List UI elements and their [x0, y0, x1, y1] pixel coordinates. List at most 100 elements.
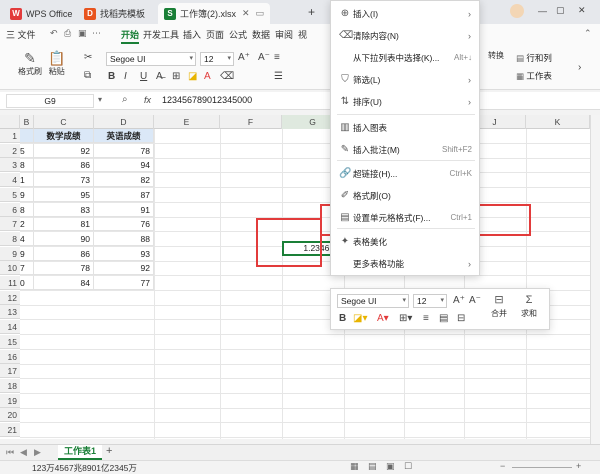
menu-item-1[interactable]: ⌫ 清除内容(N) ›: [331, 25, 481, 47]
tab-data[interactable]: 数据: [252, 28, 270, 41]
row-header[interactable]: 18: [0, 379, 20, 393]
zoom-out-icon[interactable]: −: [500, 461, 505, 471]
font-size-select[interactable]: 12 ▾: [200, 52, 234, 66]
increase-font-icon[interactable]: A⁺: [453, 295, 465, 306]
row-header[interactable]: 21: [0, 423, 20, 437]
vertical-scrollbar[interactable]: [590, 115, 600, 444]
fx-icon[interactable]: fx: [144, 95, 151, 105]
select-all-corner[interactable]: [0, 115, 20, 129]
row-header[interactable]: 15: [0, 335, 20, 349]
decrease-font-icon[interactable]: A⁻: [258, 52, 270, 63]
cell-english-score[interactable]: 91: [94, 203, 154, 217]
view-page-icon[interactable]: ▤: [368, 461, 377, 472]
tab-developer[interactable]: 开发工具: [143, 28, 179, 41]
row-header[interactable]: 2: [0, 144, 20, 158]
worksheet-button[interactable]: ▦ 工作表: [516, 70, 552, 82]
cell-english-score[interactable]: 88: [94, 232, 154, 246]
first-sheet-icon[interactable]: ⏮: [6, 447, 14, 458]
row-header[interactable]: 19: [0, 394, 20, 408]
rows-cols-button[interactable]: ▤ 行和列: [516, 52, 552, 64]
row-header[interactable]: 8: [0, 232, 20, 246]
cell-english-score[interactable]: 78: [94, 144, 154, 158]
format-painter-button[interactable]: ✎ 格式刷: [18, 50, 42, 77]
cell-math-score[interactable]: 90: [34, 232, 94, 246]
menu-item-6[interactable]: ✎ 插入批注(M) Shift+F2: [331, 139, 481, 161]
cell-english-score[interactable]: 76: [94, 217, 154, 231]
view-read-icon[interactable]: ☐: [404, 461, 412, 472]
print-icon[interactable]: ⎙: [64, 28, 71, 39]
sum-button[interactable]: Σ 求和: [521, 292, 537, 319]
convert-button[interactable]: 转换: [488, 50, 504, 61]
search-icon[interactable]: ⌕: [122, 94, 128, 105]
decrease-font-icon[interactable]: A⁻: [469, 295, 481, 306]
formula-input[interactable]: 123456789012345000: [162, 95, 252, 105]
menu-item-0[interactable]: ⊕ 插入(I) ›: [331, 3, 481, 25]
row-header[interactable]: 16: [0, 350, 20, 364]
column-header-f[interactable]: F: [220, 115, 282, 129]
strikethrough-icon[interactable]: A̶: [156, 71, 163, 82]
cell-math-score[interactable]: 83: [34, 203, 94, 217]
cell-english-score[interactable]: 87: [94, 188, 154, 202]
font-color-icon[interactable]: A: [204, 71, 211, 82]
paste-button[interactable]: 📋 粘贴: [48, 50, 65, 77]
align-icon[interactable]: ≡: [423, 313, 429, 324]
collapse-ribbon-icon[interactable]: ⌃: [584, 28, 592, 39]
row-header[interactable]: 10: [0, 261, 20, 275]
align-icon[interactable]: ≡: [274, 52, 280, 63]
cell-english-score[interactable]: 93: [94, 247, 154, 261]
more-quick-icon[interactable]: ⋯: [92, 28, 101, 39]
row-header[interactable]: 13: [0, 305, 20, 319]
cell-b[interactable]: 8: [20, 158, 34, 172]
border-icon[interactable]: ⊞: [172, 71, 180, 82]
tab-template[interactable]: D 找稻壳模板: [78, 3, 151, 24]
file-menu[interactable]: 三 文件: [6, 28, 36, 41]
fill-color-icon[interactable]: ◪▾: [353, 313, 367, 324]
cell-b[interactable]: 8: [20, 203, 34, 217]
align-left-icon[interactable]: ☰: [274, 71, 283, 82]
menu-item-2[interactable]: 从下拉列表中选择(K)... Alt+↓: [331, 47, 481, 69]
menu-item-3[interactable]: ⛉ 筛选(L) ›: [331, 69, 481, 91]
header-cell-english[interactable]: 英语成绩: [94, 129, 154, 143]
cell-b[interactable]: 0: [20, 276, 34, 290]
row-header[interactable]: 3: [0, 158, 20, 172]
cell-b[interactable]: 2: [20, 217, 34, 231]
view-normal-icon[interactable]: ▦: [350, 461, 359, 472]
prev-sheet-icon[interactable]: ◀: [20, 447, 27, 458]
cell-math-score[interactable]: 92: [34, 144, 94, 158]
close-tab-icon[interactable]: ✕: [242, 8, 250, 19]
cut-icon[interactable]: ✂: [84, 52, 92, 63]
cell-b[interactable]: 9: [20, 247, 34, 261]
add-sheet-button[interactable]: +: [106, 445, 112, 457]
sheet-tab-1[interactable]: 工作表1: [58, 445, 102, 460]
row-header[interactable]: 20: [0, 408, 20, 422]
row-header[interactable]: 12: [0, 291, 20, 305]
mini-font-name-select[interactable]: Segoe UI ▾: [337, 294, 409, 308]
merge-button[interactable]: ⊟ 合并: [491, 292, 507, 319]
cell-math-score[interactable]: 81: [34, 217, 94, 231]
copy-icon[interactable]: ⧉: [84, 70, 91, 81]
cell-math-score[interactable]: 86: [34, 158, 94, 172]
bold-icon[interactable]: B: [108, 71, 115, 82]
row-header[interactable]: 1: [0, 129, 20, 143]
cell-english-score[interactable]: 77: [94, 276, 154, 290]
minimize-icon[interactable]: —: [538, 6, 547, 16]
close-window-icon[interactable]: ✕: [578, 5, 586, 16]
row-header[interactable]: 17: [0, 364, 20, 378]
font-color-icon[interactable]: A▾: [377, 313, 389, 324]
header-cell-b[interactable]: [20, 129, 34, 143]
italic-icon[interactable]: I: [124, 71, 127, 82]
menu-item-11[interactable]: 更多表格功能 ›: [331, 253, 481, 275]
zoom-in-icon[interactable]: +: [576, 461, 581, 471]
column-header-k[interactable]: K: [526, 115, 590, 129]
tab-formula[interactable]: 公式: [229, 28, 247, 41]
column-header-d[interactable]: D: [94, 115, 154, 129]
next-sheet-icon[interactable]: ▶: [34, 447, 41, 458]
cell-b[interactable]: 1: [20, 173, 34, 187]
cell-english-score[interactable]: 92: [94, 261, 154, 275]
cell-math-score[interactable]: 86: [34, 247, 94, 261]
column-header-b[interactable]: B: [20, 115, 34, 129]
row-header[interactable]: 4: [0, 173, 20, 187]
cell-english-score[interactable]: 94: [94, 158, 154, 172]
row-header[interactable]: 9: [0, 247, 20, 261]
zoom-slider[interactable]: [512, 467, 572, 468]
